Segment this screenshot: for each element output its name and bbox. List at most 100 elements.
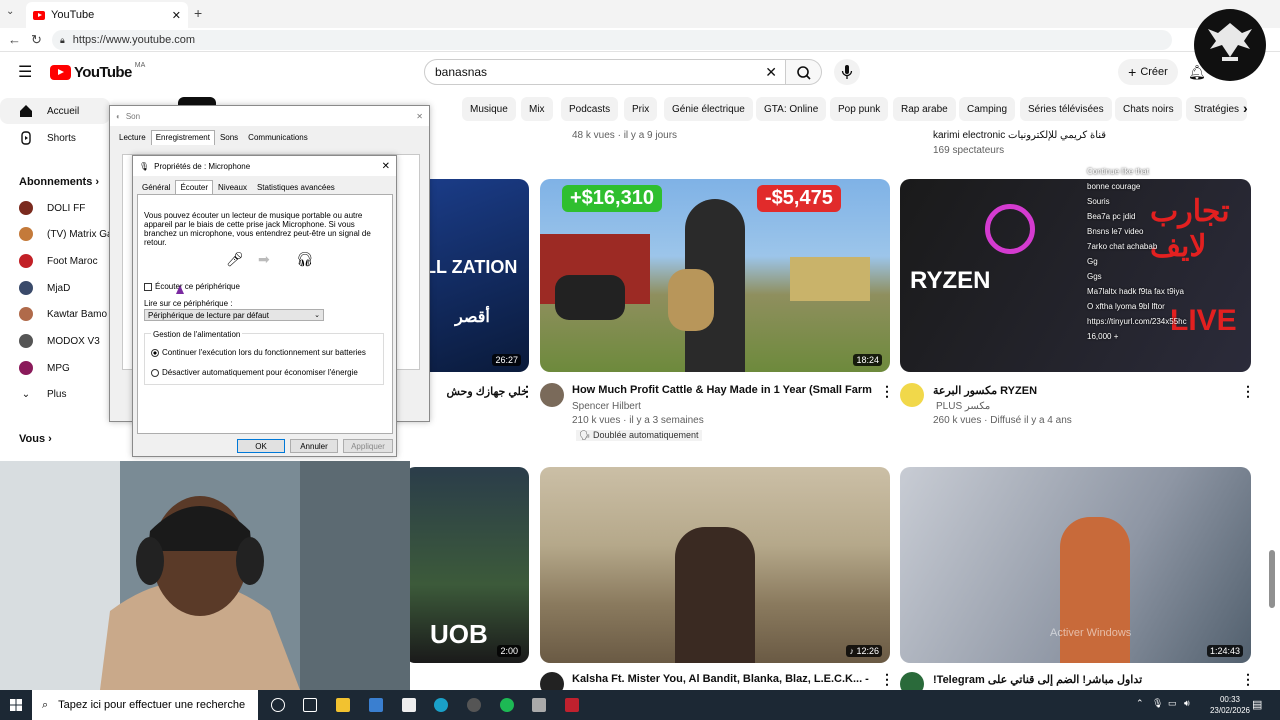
channel-name[interactable]: karimi electronic قناة كريمي للإلكترونيا… (933, 130, 1106, 141)
taskbar-search-input[interactable]: ⌕ Tapez ici pour effectuer une recherche (32, 690, 258, 720)
subscriptions-heading[interactable]: Abonnements › (19, 176, 99, 188)
video-title[interactable]: !Telegram تداول مباشر! الضم إلى قناتي عل… (933, 673, 1153, 686)
chip[interactable]: Pop punk (830, 97, 889, 121)
close-icon[interactable]: ✕ (416, 112, 423, 121)
listen-checkbox[interactable] (144, 282, 152, 291)
volume-icon[interactable]: 🔊︎ (1184, 698, 1190, 709)
youtube-logo[interactable]: YouTube MA (50, 62, 145, 81)
mail-icon[interactable] (402, 698, 416, 712)
chip[interactable]: Musique (462, 97, 516, 121)
ok-button[interactable]: OK (237, 439, 285, 453)
create-button[interactable]: + Créer (1118, 59, 1178, 85)
video-thumbnail[interactable]: Activer Windows 1:24:43 (900, 467, 1251, 663)
video-thumbnail[interactable]: UOB 2:00 (405, 467, 529, 663)
tab-niveaux[interactable]: Niveaux (213, 180, 252, 195)
back-icon[interactable]: ← (8, 32, 21, 47)
sidebar-channel[interactable]: MPG (0, 355, 110, 381)
obs-icon[interactable] (467, 698, 481, 712)
sidebar-item-home[interactable]: Accueil (0, 98, 110, 124)
search-input[interactable]: banasnas ✕ (424, 59, 786, 85)
tab-ecouter[interactable]: Écouter (175, 180, 214, 195)
task-view-icon[interactable] (303, 698, 317, 712)
microphone-tray-icon[interactable]: 🎙︎ (1152, 698, 1163, 709)
channel-name[interactable]: Spencer Hilbert (572, 401, 641, 412)
chip[interactable]: Chats noirs (1115, 97, 1182, 121)
chip[interactable]: Génie électrique (664, 97, 753, 121)
sidebar-channel[interactable]: DOLI FF (0, 195, 110, 221)
reload-icon[interactable]: ↻ (31, 32, 42, 48)
listen-checkbox-row[interactable]: Écouter ce périphérique (144, 282, 240, 291)
chip[interactable]: Prix (624, 97, 658, 121)
sidebar-channel[interactable]: MjaD (0, 275, 110, 301)
tab-sons[interactable]: Sons (215, 130, 243, 145)
browser-tab[interactable]: YouTube ✕ (26, 2, 188, 28)
page-scrollbar-thumb[interactable] (1269, 550, 1275, 608)
url-field[interactable]: 🔒︎ https://www.youtube.com (52, 30, 1172, 50)
close-icon[interactable]: ✕ (382, 161, 390, 172)
taskbar-clock[interactable]: 00:33 23/02/2026 (1210, 694, 1250, 716)
tab-statistiques[interactable]: Statistiques avancées (252, 180, 340, 195)
you-heading[interactable]: Vous › (19, 433, 52, 445)
notifications-icon[interactable]: 🔔︎ (1188, 64, 1206, 81)
search-button[interactable] (786, 59, 822, 85)
avatar[interactable] (540, 383, 564, 407)
clear-search-icon[interactable]: ✕ (765, 64, 777, 81)
radio-button-selected[interactable] (151, 348, 159, 357)
voice-search-button[interactable] (834, 59, 860, 85)
more-options-icon[interactable]: ⋮ (520, 383, 534, 400)
chip[interactable]: Podcasts (561, 97, 619, 121)
notification-center-icon[interactable]: ▤ (1252, 698, 1262, 711)
video-thumbnail[interactable]: +$16,310 -$5,475 18:24 (540, 179, 890, 372)
edge-icon[interactable] (434, 698, 448, 712)
chip[interactable]: Camping (959, 97, 1016, 121)
playback-device-select[interactable]: Périphérique de lecture par défaut ⌄ (144, 309, 324, 321)
video-thumbnail[interactable]: ♪ 12:26 (540, 467, 890, 663)
chip[interactable]: Rap arabe (893, 97, 956, 121)
store-icon[interactable] (369, 698, 383, 712)
menu-icon[interactable]: ☰ (18, 62, 32, 82)
tab-enregistrement[interactable]: Enregistrement (150, 130, 215, 145)
radio-continue[interactable]: Continuer l'exécution lors du fonctionne… (151, 348, 366, 357)
cortana-icon[interactable] (271, 698, 285, 712)
sidebar-channel[interactable]: Foot Maroc (0, 248, 110, 274)
chip[interactable]: Stratégies (1186, 97, 1248, 121)
sidebar-channel[interactable]: (TV) Matrix Ga (0, 221, 110, 247)
chip[interactable]: Séries télévisées (1020, 97, 1112, 121)
tab-lecture[interactable]: Lecture (114, 130, 151, 145)
sidebar-item-shorts[interactable]: Shorts (0, 125, 110, 151)
tab-general[interactable]: Général (137, 180, 175, 195)
chip[interactable]: Mix (521, 97, 553, 121)
windows-start-icon[interactable] (10, 699, 22, 711)
sidebar-channel[interactable]: Kawtar Bamo (0, 301, 110, 327)
spotify-icon[interactable] (500, 698, 514, 712)
more-options-icon[interactable]: ⋮ (880, 671, 894, 688)
tab-list-icon[interactable]: ⌄ (6, 6, 14, 17)
cancel-button[interactable]: Annuler (290, 439, 338, 453)
network-icon[interactable]: ▭ (1168, 698, 1177, 709)
tab-communications[interactable]: Communications (243, 130, 313, 145)
video-title[interactable]: Kalsha Ft. Mister You, Al Bandit, Blanka… (572, 673, 872, 685)
chip[interactable]: GTA: Online (756, 97, 827, 121)
channel-name[interactable]: PLUS مكسر (936, 401, 990, 412)
acrobat-icon[interactable] (565, 698, 579, 712)
radio-disable[interactable]: Désactiver automatiquement pour économis… (151, 368, 358, 377)
video-title[interactable]: How Much Profit Cattle & Hay Made in 1 Y… (572, 384, 872, 396)
radio-button[interactable] (151, 368, 159, 377)
video-title[interactable]: مكسور البرعة RYZEN (933, 384, 1043, 397)
more-options-icon[interactable]: ⋮ (880, 383, 894, 400)
more-options-icon[interactable]: ⋮ (1241, 383, 1255, 400)
tray-chevron-icon[interactable]: ⌃ (1136, 698, 1144, 709)
sidebar-channel[interactable]: MODOX V3 (0, 328, 110, 354)
sound-dialog-titlebar[interactable]: ◐ Son ✕ (110, 106, 429, 126)
apply-button[interactable]: Appliquer (343, 439, 393, 453)
more-options-icon[interactable]: ⋮ (1241, 671, 1255, 688)
chip-next-icon[interactable]: › (1243, 100, 1248, 116)
sidebar-more[interactable]: ⌄ Plus (0, 381, 110, 407)
mic-dialog-titlebar[interactable]: 🎙︎ Propriétés de : Microphone ✕ (133, 156, 396, 176)
app-icon[interactable] (532, 698, 546, 712)
close-tab-icon[interactable]: ✕ (172, 9, 181, 22)
new-tab-icon[interactable]: + (194, 5, 202, 21)
video-title[interactable]: خلي جهازك وحش (428, 385, 528, 398)
avatar[interactable] (900, 383, 924, 407)
file-explorer-icon[interactable] (336, 698, 350, 712)
